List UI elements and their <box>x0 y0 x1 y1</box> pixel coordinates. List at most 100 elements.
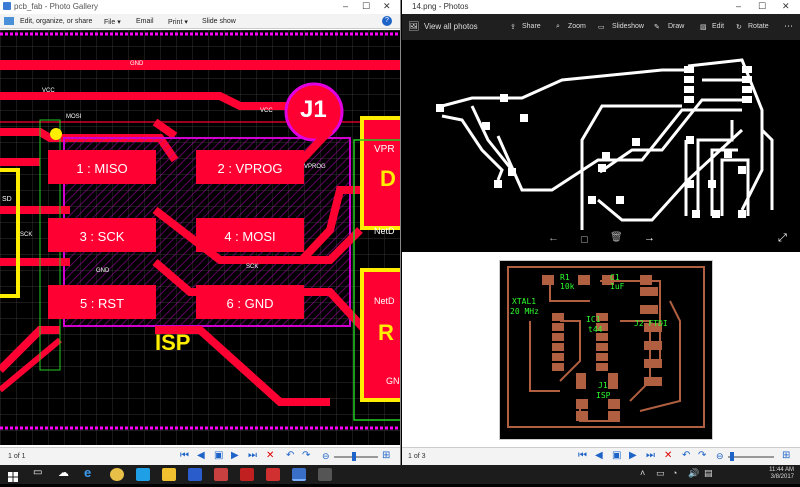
last-icon[interactable]: ⏭ <box>248 450 257 461</box>
board-label: R1 <box>560 273 570 282</box>
onedrive-icon[interactable]: ☁ <box>58 466 69 479</box>
start-icon[interactable] <box>8 469 18 482</box>
net-label: SCK <box>20 232 33 238</box>
zoom-slider[interactable] <box>728 456 774 458</box>
app-icon[interactable] <box>214 468 228 481</box>
edge-browser-icon[interactable]: e <box>84 465 91 480</box>
photos-toolbar: 🖼 View all photos ⇪ Share ⌕ Zoom ▭ Slide… <box>402 14 800 40</box>
delete-icon[interactable]: 🗑 <box>610 232 623 243</box>
net-label: MOSI <box>66 114 82 120</box>
close-icon[interactable]: ✕ <box>782 1 790 12</box>
edge-label-netd: NetD <box>374 296 395 306</box>
close-icon[interactable]: ✕ <box>383 1 391 12</box>
draw-icon[interactable]: ✎ <box>654 23 660 31</box>
board-label: XTAL1 <box>512 297 537 306</box>
board-label: J2 FTDI <box>634 319 668 328</box>
rotate-left-icon[interactable]: ↶ <box>682 450 690 461</box>
menu-email[interactable]: Email <box>136 18 154 25</box>
connector-label: J1 <box>300 96 327 123</box>
photo-image <box>402 40 800 252</box>
zoom-icon[interactable]: ⊖ <box>322 451 330 462</box>
fit-icon[interactable]: ⊞ <box>782 450 790 461</box>
zoom-slider-thumb[interactable] <box>730 452 734 461</box>
fit-icon[interactable]: ⊞ <box>382 450 390 461</box>
board-label: t44 <box>588 325 603 334</box>
slideshow-icon[interactable]: ▭ <box>598 23 605 31</box>
app-m-icon[interactable] <box>240 468 254 481</box>
zoom-icon[interactable]: ⌕ <box>556 23 560 31</box>
app-icon[interactable] <box>266 468 280 481</box>
menu-file[interactable]: File ▾ <box>104 18 121 26</box>
next-icon[interactable]: ▶ <box>231 450 239 461</box>
pad-label: 4 : MOSI <box>224 229 276 244</box>
first-icon[interactable]: ⏮ <box>578 450 587 461</box>
volume-icon[interactable]: 🔊 <box>688 468 699 479</box>
delete-icon[interactable]: ✕ <box>664 450 672 461</box>
share-button[interactable]: Share <box>522 23 541 30</box>
fullscreen-icon[interactable]: ⤢ <box>778 232 787 245</box>
previous-arrow-icon[interactable]: ← <box>548 232 559 244</box>
edit-icon <box>4 17 14 25</box>
rotate-right-icon[interactable]: ↷ <box>302 450 310 461</box>
taskbar: ▭ ☁ e ˄ ▭ ◔ 🔊 ▤ 11:44 AM 3/8/2017 <box>0 465 800 484</box>
rotate-right-icon[interactable]: ↷ <box>698 450 706 461</box>
battery-icon[interactable]: ▭ <box>656 468 665 479</box>
edge-label-d: D <box>380 166 396 191</box>
slideshow-icon[interactable]: ▣ <box>612 450 621 461</box>
title-bar: 14.png - Photos – ☐ ✕ <box>402 0 800 14</box>
chevron-up-icon[interactable]: ˄ <box>640 468 645 478</box>
pad-label: 5 : RST <box>79 296 125 311</box>
rotate-button[interactable]: Rotate <box>748 23 769 30</box>
delete-icon[interactable]: ✕ <box>266 450 274 461</box>
maximize-icon[interactable]: ☐ <box>758 1 766 12</box>
menu-bar: Edit, organize, or share File ▾ Email Pr… <box>0 14 400 29</box>
menu-print[interactable]: Print ▾ <box>168 18 188 26</box>
edge-label-r: R <box>378 320 394 345</box>
first-icon[interactable]: ⏮ <box>180 450 189 461</box>
share-icon[interactable]: ⇪ <box>510 23 516 31</box>
maximize-icon[interactable]: ☐ <box>362 1 370 12</box>
edit-icon[interactable]: ▨ <box>700 23 707 31</box>
photo-gallery-icon[interactable] <box>292 468 306 481</box>
word-icon[interactable] <box>188 468 202 481</box>
board-label: ISP <box>596 391 611 400</box>
board-label: J1 <box>598 381 608 390</box>
skype-icon[interactable] <box>136 468 150 481</box>
edit-button[interactable]: Edit <box>712 23 724 30</box>
zoom-slider[interactable] <box>334 456 378 458</box>
more-icon[interactable]: ⋯ <box>784 21 793 32</box>
last-icon[interactable]: ⏭ <box>646 450 655 461</box>
view-all-photos-button[interactable]: View all photos <box>424 22 478 31</box>
next-arrow-icon[interactable]: → <box>644 232 655 244</box>
ime-icon[interactable]: ▤ <box>704 468 713 479</box>
board-label: 1uF <box>610 282 625 291</box>
slideshow-button[interactable]: Slideshow <box>612 23 644 30</box>
rotate-left-icon[interactable]: ↶ <box>286 450 294 461</box>
crop-icon[interactable]: ▢ <box>580 234 589 245</box>
minimize-icon[interactable]: – <box>736 1 741 11</box>
zoom-button[interactable]: Zoom <box>568 23 586 30</box>
zoom-slider-thumb[interactable] <box>352 452 356 461</box>
task-view-icon[interactable]: ▭ <box>33 467 42 478</box>
draw-button[interactable]: Draw <box>668 23 684 30</box>
file-explorer-icon[interactable] <box>162 468 176 481</box>
net-label: GND <box>96 268 110 274</box>
next-icon[interactable]: ▶ <box>629 450 637 461</box>
board-label: IC1 <box>586 315 601 324</box>
help-icon[interactable]: ? <box>382 16 392 26</box>
zoom-icon[interactable]: ⊖ <box>716 451 724 462</box>
slideshow-icon[interactable]: ▣ <box>214 450 223 461</box>
window-title: pcb_fab - Photo Gallery <box>14 2 99 11</box>
previous-icon[interactable]: ◀ <box>197 450 205 461</box>
menu-slideshow[interactable]: Slide show <box>202 18 236 25</box>
chrome-icon[interactable] <box>110 468 124 481</box>
clock[interactable]: 11:44 AM 3/8/2017 <box>769 467 794 481</box>
rotate-icon[interactable]: ↻ <box>736 23 742 31</box>
net-label: GND <box>130 61 144 67</box>
network-icon[interactable]: ◔ <box>672 468 677 478</box>
menu-edit[interactable]: Edit, organize, or share <box>20 18 92 25</box>
app-icon[interactable] <box>318 468 332 481</box>
previous-icon[interactable]: ◀ <box>595 450 603 461</box>
page-counter: 1 of 1 <box>8 453 26 460</box>
minimize-icon[interactable]: – <box>343 1 348 11</box>
